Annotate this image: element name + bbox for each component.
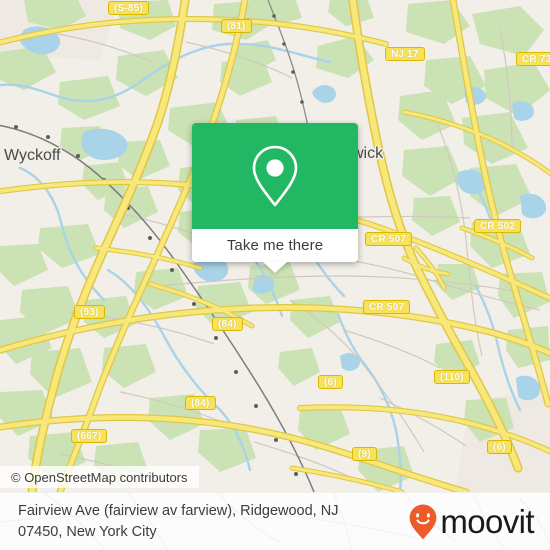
- route-shield: (81): [221, 19, 252, 33]
- route-shield: (S-85): [108, 1, 149, 15]
- map-pin-icon: [252, 145, 298, 207]
- take-me-there-label: Take me there: [226, 237, 324, 254]
- location-title-line-1: Fairview Ave (fairview av farview), Ridg…: [18, 502, 339, 519]
- osm-attribution-text: © OpenStreetMap contributors: [11, 469, 188, 485]
- osm-attribution[interactable]: © OpenStreetMap contributors: [0, 466, 199, 488]
- route-shield: CR 507: [363, 300, 411, 314]
- route-shield: NJ 17: [385, 47, 425, 61]
- moovit-wordmark: moovit: [440, 503, 534, 540]
- route-shield: CR 507: [365, 232, 413, 246]
- callout-action-panel[interactable]: Take me there: [192, 229, 358, 273]
- route-shield: (667): [71, 429, 108, 443]
- route-shield: (110): [434, 370, 470, 384]
- callout-icon-panel: [192, 123, 358, 229]
- route-shield: (84): [212, 317, 243, 331]
- route-shield: (6): [487, 440, 512, 454]
- callout-pointer: [263, 262, 287, 273]
- route-shield: (9): [352, 447, 377, 461]
- route-shield: CR 73: [516, 52, 550, 66]
- route-shield: CR 502: [474, 219, 522, 233]
- footer-bar: Fairview Ave (fairview av farview), Ridg…: [0, 492, 550, 550]
- moovit-map-screenshot: Wyckoff wick (S-85) (81) NJ 17 CR 73 CR …: [0, 0, 550, 550]
- route-shield: (93): [74, 305, 105, 319]
- location-callout-card[interactable]: Take me there: [192, 123, 358, 273]
- route-shield: (6): [318, 375, 343, 389]
- location-title-line-2: 07450, New York City: [18, 523, 157, 540]
- map-place-label: Wyckoff: [4, 147, 61, 164]
- location-title: Fairview Ave (fairview av farview), Ridg…: [18, 501, 408, 543]
- moovit-brand[interactable]: moovit: [408, 503, 535, 541]
- route-shield: (84): [185, 396, 216, 410]
- map-canvas[interactable]: Wyckoff wick (S-85) (81) NJ 17 CR 73 CR …: [0, 0, 550, 492]
- moovit-pin-smiley-icon: [409, 504, 437, 539]
